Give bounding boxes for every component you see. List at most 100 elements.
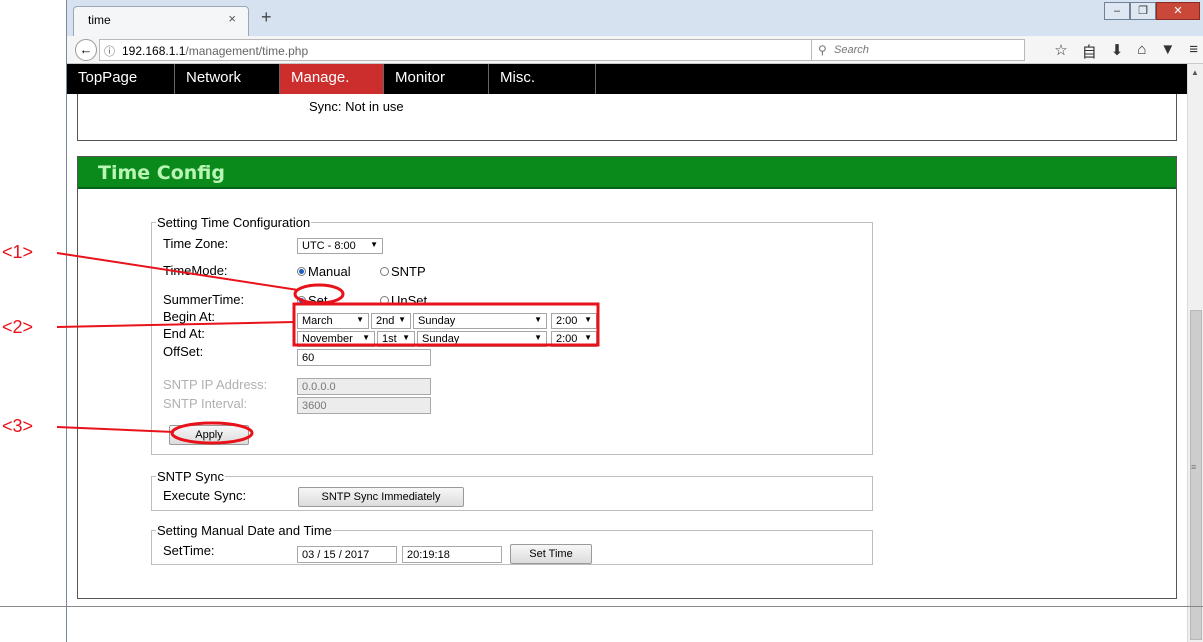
address-bar[interactable]: ⓘ 192.168.1.1/management/time.php C <box>99 39 819 61</box>
end-month-select[interactable]: November ▼ <box>297 331 375 347</box>
time-config-panel: Time Config Setting Time Configuration T… <box>77 156 1177 599</box>
sntp-sync-group: SNTP Sync Execute Sync: SNTP Sync Immedi… <box>151 469 873 511</box>
menu-network[interactable]: Network <box>175 64 280 94</box>
search-box[interactable]: ⚲ <box>811 39 1025 61</box>
radio-checked-icon <box>297 296 306 305</box>
callout-3: <3> <box>2 416 34 436</box>
end-week-select[interactable]: 1st ▼ <box>377 331 415 347</box>
radio-unchecked-icon <box>380 296 389 305</box>
url-text[interactable]: 192.168.1.1/management/time.php <box>122 44 308 58</box>
end-day-value: Sunday <box>422 333 460 345</box>
window-controls: ‒ ❐ ✕ <box>1104 2 1200 20</box>
set-label: Set <box>308 293 328 308</box>
radio-checked-icon <box>297 267 306 276</box>
download-icon[interactable]: ⬇ <box>1111 41 1124 62</box>
manual-radio[interactable]: Manual <box>297 264 351 279</box>
execute-sync-label: Execute Sync: <box>163 488 247 503</box>
vertical-scrollbar[interactable]: ▲ ≡ <box>1187 64 1203 642</box>
set-time-label: SetTime: <box>163 543 215 558</box>
summer-time-label: SummerTime: <box>163 292 245 307</box>
page-divider <box>0 606 1203 607</box>
menu-monitor[interactable]: Monitor <box>384 64 489 94</box>
offset-input[interactable] <box>297 349 431 366</box>
chevron-down-icon: ▼ <box>370 240 378 249</box>
offset-label: OffSet: <box>163 344 204 359</box>
browser-window: time × + ‒ ❐ ✕ ← ⓘ 192.168.1.1/managemen… <box>66 0 1203 642</box>
sntp-interval-input <box>297 397 431 414</box>
time-configuration-legend: Setting Time Configuration <box>157 215 311 230</box>
date-input[interactable] <box>297 546 397 563</box>
time-zone-value: UTC - 8:00 <box>302 240 356 252</box>
begin-time-select[interactable]: 2:00 ▼ <box>551 313 597 329</box>
time-mode-label: TimeMode: <box>163 263 228 278</box>
page-content: TopPage Network Manage. Monitor Misc. Sy… <box>67 64 1187 642</box>
menu-icon[interactable]: ≡ <box>1189 41 1198 62</box>
browser-tab[interactable]: time × <box>73 6 249 36</box>
panel-title: Time Config <box>98 162 225 184</box>
begin-month-select[interactable]: March ▼ <box>297 313 369 329</box>
navigation-bar: ← ⓘ 192.168.1.1/management/time.php C ⚲ … <box>67 36 1203 64</box>
tab-strip: time × + ‒ ❐ ✕ <box>67 0 1203 36</box>
minimize-button[interactable]: ‒ <box>1104 2 1130 20</box>
bookmark-star-icon[interactable]: ☆ <box>1054 41 1067 62</box>
chevron-down-icon: ▼ <box>534 315 542 324</box>
begin-month-value: March <box>302 315 333 327</box>
apply-button[interactable]: Apply <box>169 425 249 445</box>
scroll-thumb[interactable] <box>1190 310 1202 640</box>
end-month-value: November <box>302 333 353 345</box>
pocket-icon[interactable]: ▼ <box>1160 41 1175 62</box>
menu-toppage[interactable]: TopPage <box>67 64 175 94</box>
new-tab-icon[interactable]: + <box>261 7 272 28</box>
back-arrow-icon[interactable]: ← <box>75 39 97 61</box>
sntp-sync-immediately-button[interactable]: SNTP Sync Immediately <box>298 487 464 507</box>
summer-unset-radio[interactable]: UnSet <box>380 293 427 308</box>
tab-title: time <box>88 13 111 27</box>
time-input[interactable] <box>402 546 502 563</box>
info-icon[interactable]: ⓘ <box>104 43 115 59</box>
panel-header: Time Config <box>78 157 1176 189</box>
sntp-radio[interactable]: SNTP <box>380 264 426 279</box>
chevron-down-icon: ▼ <box>402 333 410 342</box>
home-icon[interactable]: ⌂ <box>1137 41 1146 62</box>
sntp-ip-input <box>297 378 431 395</box>
callout-1: <1> <box>2 242 34 262</box>
radio-unchecked-icon <box>380 267 389 276</box>
sntp-interval-label: SNTP Interval: <box>163 396 248 411</box>
manual-label: Manual <box>308 264 351 279</box>
url-path: /management/time.php <box>185 44 309 58</box>
close-window-button[interactable]: ✕ <box>1156 2 1200 20</box>
begin-week-select[interactable]: 2nd ▼ <box>371 313 411 329</box>
manual-date-time-group: Setting Manual Date and Time SetTime: Se… <box>151 523 873 565</box>
summer-set-radio[interactable]: Set <box>297 293 328 308</box>
chevron-down-icon: ▼ <box>584 315 592 324</box>
reading-list-icon[interactable]: 自 <box>1082 41 1097 62</box>
sync-section: Sync: Not in use <box>77 94 1177 141</box>
scroll-grip-icon: ≡ <box>1191 462 1197 472</box>
chevron-down-icon: ▼ <box>356 315 364 324</box>
begin-at-label: Begin At: <box>163 309 216 324</box>
begin-week-value: 2nd <box>376 315 395 327</box>
set-time-button[interactable]: Set Time <box>510 544 592 564</box>
time-zone-label: Time Zone: <box>163 236 229 251</box>
sntp-ip-label: SNTP IP Address: <box>163 377 268 392</box>
end-time-select[interactable]: 2:00 ▼ <box>551 331 597 347</box>
manual-date-time-legend: Setting Manual Date and Time <box>157 523 332 538</box>
menu-manage[interactable]: Manage. <box>280 64 384 94</box>
time-configuration-group: Setting Time Configuration Time Zone: UT… <box>151 215 873 455</box>
end-time-value: 2:00 <box>556 333 578 345</box>
chevron-down-icon: ▼ <box>398 315 406 324</box>
begin-day-select[interactable]: Sunday ▼ <box>413 313 547 329</box>
chevron-down-icon: ▼ <box>584 333 592 342</box>
menu-misc[interactable]: Misc. <box>489 64 596 94</box>
sntp-label: SNTP <box>391 264 426 279</box>
url-host: 192.168.1.1 <box>122 44 186 58</box>
time-zone-select[interactable]: UTC - 8:00 ▼ <box>297 238 383 254</box>
maximize-button[interactable]: ❐ <box>1130 2 1156 20</box>
scroll-up-arrow-icon[interactable]: ▲ <box>1191 68 1199 77</box>
close-tab-icon[interactable]: × <box>228 11 236 26</box>
callout-2: <2> <box>2 317 34 337</box>
chevron-down-icon: ▼ <box>362 333 370 342</box>
search-input[interactable] <box>832 42 1018 58</box>
end-day-select[interactable]: Sunday ▼ <box>417 331 547 347</box>
search-icon: ⚲ <box>818 43 827 57</box>
